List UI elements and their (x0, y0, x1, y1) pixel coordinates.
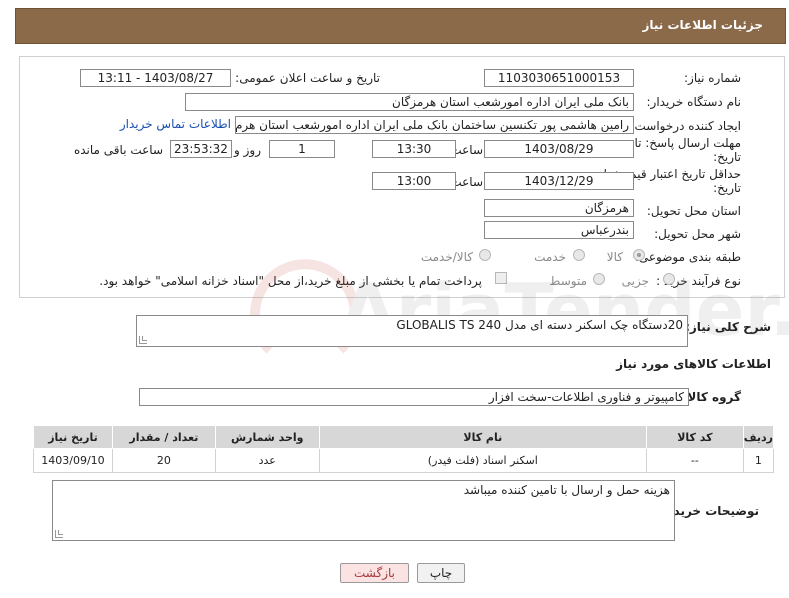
col-unit: واحد شمارش (214, 425, 320, 449)
back-button[interactable]: بازگشت (340, 563, 409, 583)
category-radio-goods-service[interactable] (479, 249, 491, 261)
cell-row-number: 1 (742, 448, 775, 473)
col-need-date: تاریخ نیاز (33, 425, 113, 449)
buyer-org-field: بانک ملی ایران اداره امورشعب استان هرمزگ… (185, 93, 634, 111)
reply-deadline-label-date: تاریخ: (713, 150, 741, 164)
cell-goods-name: اسکنر اسناد (فلت فیدر) (318, 448, 647, 473)
page-header: جزئیات اطلاعات نیاز (15, 8, 786, 44)
price-validity-label-date: تاریخ: (713, 181, 741, 195)
purchase-type-option-medium: متوسط (549, 274, 587, 288)
category-option-goods: کالا (606, 250, 623, 264)
col-row-number: ردیف (742, 425, 775, 449)
delivery-city-field: بندرعباس (484, 221, 634, 239)
announce-datetime-label: تاریخ و ساعت اعلان عمومی: (235, 71, 380, 85)
price-validity-time-field: 13:00 (372, 172, 456, 190)
delivery-province-label: استان محل تحویل: (646, 204, 741, 218)
reply-deadline-label: مهلت ارسال پاسخ: تا (634, 136, 741, 150)
category-radio-goods[interactable] (633, 249, 645, 261)
goods-section-title: اطلاعات کالاهای مورد نیاز (616, 357, 771, 371)
purchase-type-option-minor: جزیی (621, 274, 649, 288)
requester-field: رامین هاشمی پور تکنسین ساختمان بانک ملی … (235, 116, 634, 134)
table-row: 1 -- اسکنر اسناد (فلت فیدر) عدد 20 1403/… (33, 448, 775, 473)
category-label: طبقه بندی موضوعی: (634, 250, 741, 264)
remaining-time-label: ساعت باقی مانده (73, 143, 163, 157)
remaining-time-field: 23:53:32 (170, 140, 232, 158)
goods-group-label: گروه کالا: (682, 390, 741, 404)
cell-need-date: 1403/09/10 (33, 448, 113, 473)
buyer-contact-link[interactable]: اطلاعات تماس خریدار (120, 117, 231, 131)
goods-table: ردیف کد کالا نام کالا واحد شمارش تعداد /… (33, 425, 775, 473)
general-desc-label: شرح کلی نیاز: (685, 320, 771, 334)
category-option-goods-service: کالا/خدمت (420, 250, 473, 264)
cell-goods-code: -- (645, 448, 744, 473)
col-quantity: تعداد / مقدار (111, 425, 216, 449)
cell-quantity: 20 (111, 448, 216, 473)
goods-table-header: ردیف کد کالا نام کالا واحد شمارش تعداد /… (33, 425, 775, 449)
general-desc-text: 20دستگاه چک اسکنر دسته ای مدل GLOBALIS T… (396, 318, 683, 332)
delivery-province-field: هرمزگان (484, 199, 634, 217)
buyer-org-label: نام دستگاه خریدار: (646, 95, 742, 109)
buyer-notes-text: هزینه حمل و ارسال با تامین کننده میباشد (463, 483, 670, 497)
resize-grip-icon[interactable] (139, 336, 147, 344)
need-number-label: شماره نیاز: (684, 71, 741, 85)
cell-unit: عدد (214, 448, 320, 473)
treasury-bonds-note: پرداخت تمام یا بخشی از مبلغ خرید،از محل … (99, 274, 482, 288)
col-goods-name: نام کالا (318, 425, 647, 449)
requester-label: ایجاد کننده درخواست: (630, 119, 741, 133)
goods-group-field: کامپیوتر و فناوری اطلاعات-سخت افزار (139, 388, 689, 406)
need-number-field: 1103030651000153 (484, 69, 634, 87)
announce-datetime-field: 1403/08/27 - 13:11 (80, 69, 231, 87)
delivery-city-label: شهر محل تحویل: (654, 227, 741, 241)
remaining-days-field: 1 (269, 140, 335, 158)
general-desc-field[interactable]: 20دستگاه چک اسکنر دسته ای مدل GLOBALIS T… (136, 315, 688, 347)
category-radio-service[interactable] (573, 249, 585, 261)
purchase-type-radio-medium[interactable] (593, 273, 605, 285)
buyer-notes-field[interactable]: هزینه حمل و ارسال با تامین کننده میباشد (52, 480, 675, 541)
resize-grip-icon[interactable] (55, 530, 63, 538)
purchase-type-radio-minor[interactable] (663, 273, 675, 285)
treasury-bonds-checkbox[interactable] (495, 272, 507, 284)
reply-deadline-date-field: 1403/08/29 (484, 140, 634, 158)
category-option-service: خدمت (534, 250, 566, 264)
price-validity-date-field: 1403/12/29 (484, 172, 634, 190)
page-title: جزئیات اطلاعات نیاز (642, 18, 763, 32)
print-button[interactable]: چاپ (417, 563, 465, 583)
remaining-days-label: روز و (234, 143, 261, 157)
col-goods-code: کد کالا (645, 425, 744, 449)
reply-deadline-time-field: 13:30 (372, 140, 456, 158)
